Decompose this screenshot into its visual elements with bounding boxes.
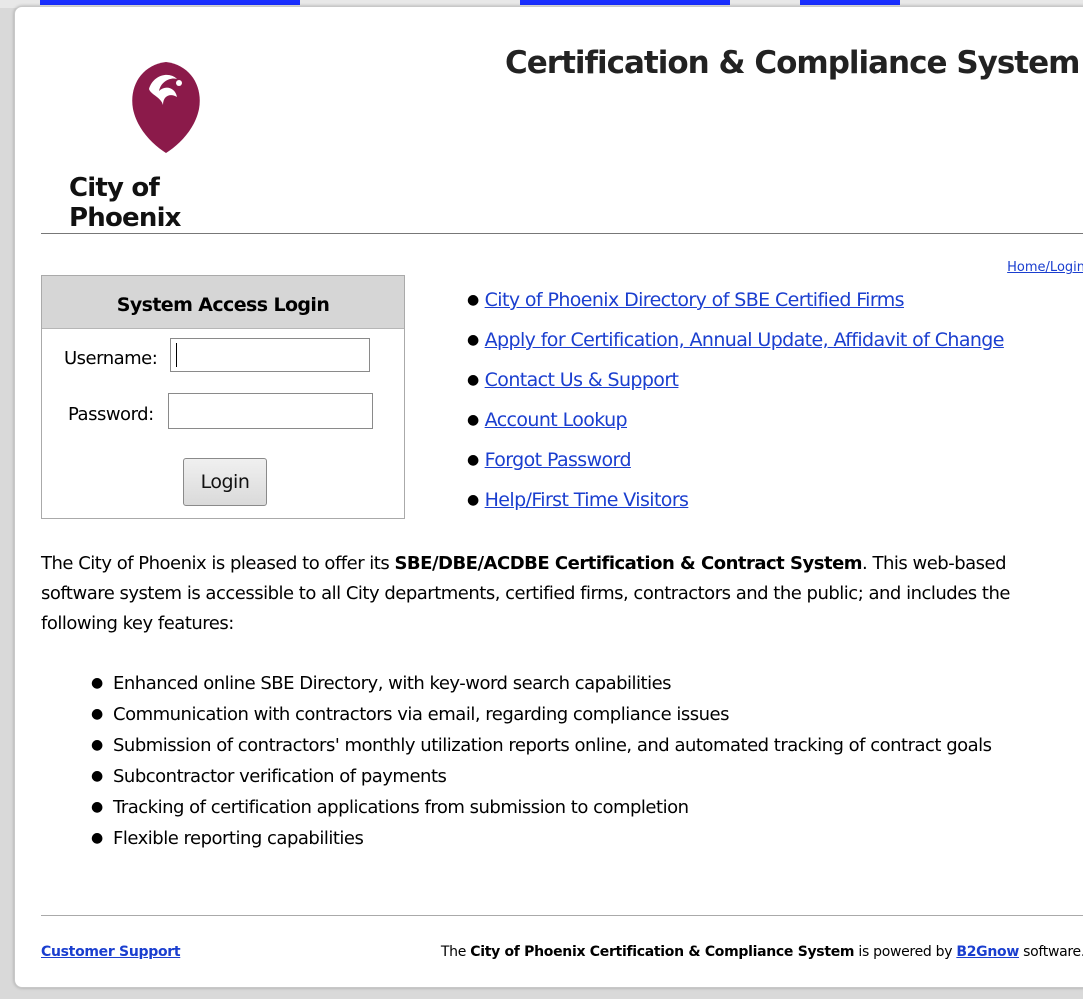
list-item: ● Subcontractor verification of payments: [91, 762, 992, 793]
bullet-icon: ●: [91, 737, 103, 753]
customer-support-link[interactable]: Customer Support: [41, 944, 181, 960]
feature-text: Subcontractor verification of payments: [113, 766, 447, 787]
intro-prefix: The City of Phoenix is pleased to offer …: [41, 553, 395, 574]
bullet-icon: ●: [467, 372, 479, 388]
phoenix-bird-icon: [132, 62, 200, 153]
cut-text-fragment: [520, 0, 730, 5]
cut-text-fragment: [800, 0, 900, 5]
password-input[interactable]: [168, 393, 373, 429]
city-logo: City of Phoenix: [43, 57, 253, 233]
link-help-first-time[interactable]: Help/First Time Visitors: [485, 489, 689, 511]
intro-bold: SBE/DBE/ACDBE Certification & Contract S…: [394, 553, 863, 574]
bullet-icon: ●: [91, 830, 103, 846]
list-item: ● Tracking of certification applications …: [91, 793, 992, 824]
page-container: City of Phoenix Certification & Complian…: [14, 6, 1083, 988]
logo-text: City of Phoenix: [69, 173, 181, 233]
list-item: ● Forgot Password: [467, 449, 1004, 489]
list-item: ● Submission of contractors' monthly util…: [91, 731, 992, 762]
list-item: ● Communication with contractors via emai…: [91, 700, 992, 731]
link-contact-support[interactable]: Contact Us & Support: [485, 369, 679, 391]
quick-links: ● City of Phoenix Directory of SBE Certif…: [467, 289, 1004, 529]
login-panel: System Access Login Username: Password: …: [41, 275, 405, 519]
link-account-lookup[interactable]: Account Lookup: [485, 409, 628, 431]
list-item: ● Account Lookup: [467, 409, 1004, 449]
password-label: Password:: [68, 404, 154, 425]
features-list: ● Enhanced online SBE Directory, with key…: [91, 669, 992, 855]
list-item: ● Flexible reporting capabilities: [91, 824, 992, 855]
header-divider: [41, 233, 1083, 234]
page-title: Certification & Compliance System: [505, 45, 1080, 81]
feature-text: Enhanced online SBE Directory, with key-…: [113, 673, 672, 694]
list-item: ● City of Phoenix Directory of SBE Certif…: [467, 289, 1004, 329]
powered-prefix: The: [440, 944, 471, 960]
cut-text-fragment: [40, 0, 300, 5]
list-item: ● Apply for Certification, Annual Update,…: [467, 329, 1004, 369]
b2gnow-link[interactable]: B2Gnow: [956, 944, 1019, 960]
feature-text: Flexible reporting capabilities: [113, 828, 364, 849]
link-forgot-password[interactable]: Forgot Password: [485, 449, 632, 471]
home-login-link[interactable]: Home/Login: [1007, 260, 1083, 275]
bullet-icon: ●: [91, 768, 103, 784]
bullet-icon: ●: [91, 675, 103, 691]
powered-by-text: The City of Phoenix Certification & Comp…: [441, 944, 1083, 960]
system-name: City of Phoenix Certification & Complian…: [470, 944, 855, 960]
feature-text: Submission of contractors' monthly utili…: [113, 735, 992, 756]
link-sbe-directory[interactable]: City of Phoenix Directory of SBE Certifi…: [485, 289, 905, 311]
bullet-icon: ●: [91, 706, 103, 722]
list-item: ● Contact Us & Support: [467, 369, 1004, 409]
footer-divider: [41, 915, 1083, 916]
list-item: ● Help/First Time Visitors: [467, 489, 1004, 529]
feature-text: Tracking of certification applications f…: [113, 797, 689, 818]
text-caret: [176, 343, 177, 367]
login-heading: System Access Login: [42, 276, 404, 329]
username-label: Username:: [64, 348, 158, 369]
bullet-icon: ●: [467, 332, 479, 348]
bullet-icon: ●: [467, 292, 479, 308]
bullet-icon: ●: [467, 452, 479, 468]
powered-middle: is powered by: [854, 944, 957, 960]
bullet-icon: ●: [467, 412, 479, 428]
bullet-icon: ●: [467, 492, 479, 508]
powered-suffix: software.: [1018, 944, 1083, 960]
list-item: ● Enhanced online SBE Directory, with key…: [91, 669, 992, 700]
username-input[interactable]: [170, 338, 370, 372]
bullet-icon: ●: [91, 799, 103, 815]
intro-paragraph: The City of Phoenix is pleased to offer …: [41, 549, 1081, 639]
link-apply-certification[interactable]: Apply for Certification, Annual Update, …: [485, 329, 1005, 351]
feature-text: Communication with contractors via email…: [113, 704, 730, 725]
login-button[interactable]: Login: [183, 458, 267, 506]
